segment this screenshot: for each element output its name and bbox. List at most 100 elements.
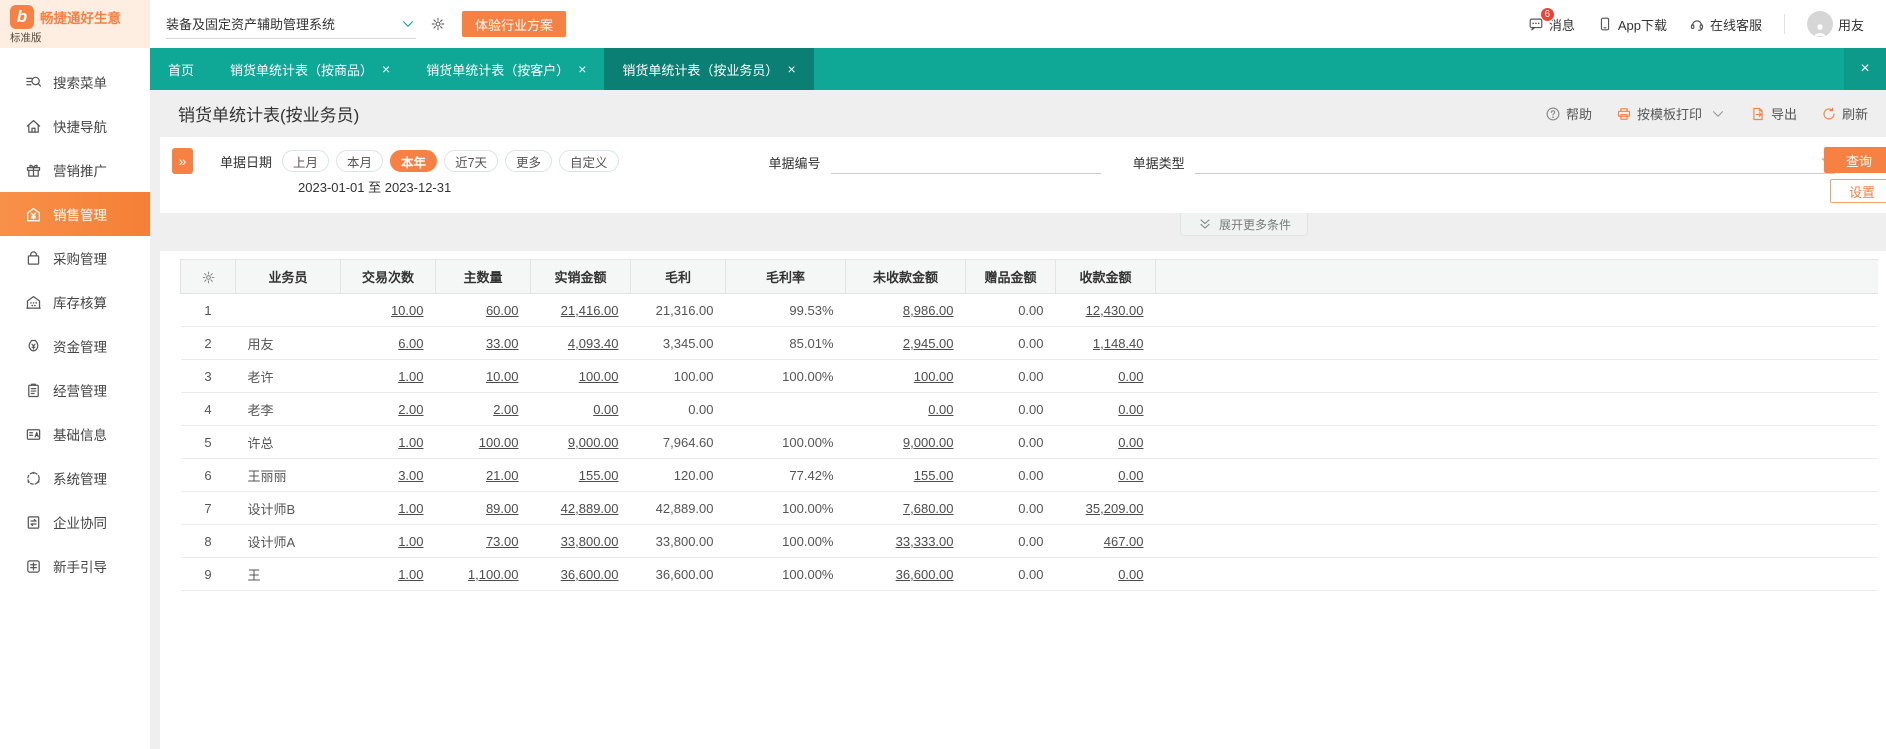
drill-down-link[interactable]: 10.00: [486, 369, 519, 384]
online-service-button[interactable]: 在线客服: [1689, 15, 1762, 34]
drill-down-link[interactable]: 0.00: [1118, 468, 1143, 483]
drill-down-link[interactable]: 89.00: [486, 501, 519, 516]
drill-down-link[interactable]: 7,680.00: [903, 501, 954, 516]
cell-未收款金额: 36,600.00: [845, 557, 966, 591]
drill-down-link[interactable]: 33,800.00: [561, 534, 619, 549]
doc-no-input[interactable]: [830, 150, 1101, 174]
drill-down-link[interactable]: 36,600.00: [561, 567, 619, 582]
doc-type-select[interactable]: [1194, 150, 1835, 174]
date-pill-更多[interactable]: 更多: [505, 150, 553, 172]
tab-report-1[interactable]: 销货单统计表（按商品） ×: [212, 48, 408, 90]
chevron-down-icon[interactable]: [1710, 106, 1726, 122]
drill-down-link[interactable]: 73.00: [486, 534, 519, 549]
drill-down-link[interactable]: 2.00: [398, 402, 423, 417]
date-pill-自定义[interactable]: 自定义: [559, 150, 619, 172]
drill-down-link[interactable]: 0.00: [1118, 369, 1143, 384]
query-button[interactable]: 查询: [1824, 147, 1886, 173]
date-range-value[interactable]: 2023-01-01 至 2023-12-31: [298, 177, 451, 196]
drill-down-link[interactable]: 36,600.00: [896, 567, 954, 582]
try-industry-plan-button[interactable]: 体验行业方案: [462, 11, 567, 37]
drill-down-link[interactable]: 12,430.00: [1086, 303, 1144, 318]
tab-report-2[interactable]: 销货单统计表（按客户） ×: [408, 48, 604, 90]
drill-down-link[interactable]: 100.00: [914, 369, 954, 384]
close-all-tabs-button[interactable]: ×: [1844, 48, 1886, 90]
sidebar-item-经营管理[interactable]: 经营管理: [0, 368, 150, 412]
collapse-filters-button[interactable]: »: [172, 148, 193, 174]
drill-down-link[interactable]: 42,889.00: [561, 501, 619, 516]
tab-report-3[interactable]: 销货单统计表（按业务员） ×: [604, 48, 814, 90]
drill-down-link[interactable]: 0.00: [1118, 435, 1143, 450]
messages-button[interactable]: 消息 6: [1528, 6, 1575, 34]
sidebar-item-库存核算[interactable]: 库存核算: [0, 280, 150, 324]
tab-close-icon[interactable]: ×: [578, 62, 586, 76]
sidebar-item-快捷导航[interactable]: 快捷导航: [0, 104, 150, 148]
drill-down-link[interactable]: 1,100.00: [468, 567, 519, 582]
sidebar-item-资金管理[interactable]: 资金管理: [0, 324, 150, 368]
drill-down-link[interactable]: 4,093.40: [568, 336, 619, 351]
sidebar-item-搜索菜单[interactable]: 搜索菜单: [0, 60, 150, 104]
tab-home[interactable]: 首页: [150, 48, 212, 90]
drill-down-link[interactable]: 10.00: [391, 303, 424, 318]
table-row: 7 设计师B 1.00 89.00 42,889.00 42,889.00 100.00% 7…: [180, 491, 1878, 525]
date-pill-本月[interactable]: 本月: [336, 150, 384, 172]
sidebar-item-新手引导[interactable]: 新手引导: [0, 544, 150, 588]
drill-down-link[interactable]: 0.00: [1118, 567, 1143, 582]
drill-down-link[interactable]: 21,416.00: [561, 303, 619, 318]
sidebar-item-基础信息[interactable]: 基础信息: [0, 412, 150, 456]
tab-close-icon[interactable]: ×: [382, 62, 390, 76]
user-menu[interactable]: 用友: [1806, 11, 1864, 37]
drill-down-link[interactable]: 467.00: [1104, 534, 1144, 549]
cell-实销金额: 0.00: [530, 392, 631, 426]
drill-down-link[interactable]: 33,333.00: [896, 534, 954, 549]
drill-down-link[interactable]: 155.00: [579, 468, 619, 483]
phone-icon: [1597, 16, 1613, 32]
export-button[interactable]: 导出: [1750, 104, 1797, 123]
drill-down-link[interactable]: 100.00: [479, 435, 519, 450]
drill-down-link[interactable]: 1.00: [398, 567, 423, 582]
drill-down-link[interactable]: 155.00: [914, 468, 954, 483]
drill-down-link[interactable]: 6.00: [398, 336, 423, 351]
drill-down-link[interactable]: 9,000.00: [903, 435, 954, 450]
filter-settings-button[interactable]: 设置: [1830, 179, 1886, 203]
drill-down-link[interactable]: 9,000.00: [568, 435, 619, 450]
system-gear-icon[interactable]: [430, 16, 446, 32]
help-button[interactable]: 帮助: [1545, 104, 1592, 123]
drill-down-link[interactable]: 3.00: [398, 468, 423, 483]
drill-down-link[interactable]: 2,945.00: [903, 336, 954, 351]
drill-down-link[interactable]: 100.00: [579, 369, 619, 384]
drill-down-link[interactable]: 60.00: [486, 303, 519, 318]
drill-down-link[interactable]: 35,209.00: [1086, 501, 1144, 516]
date-pill-上月[interactable]: 上月: [282, 150, 330, 172]
cell-交易次数: 1.00: [340, 425, 436, 459]
app-download-button[interactable]: App下载: [1597, 15, 1667, 34]
drill-down-link[interactable]: 1.00: [398, 435, 423, 450]
system-select[interactable]: 装备及固定资产辅助管理系统: [166, 9, 416, 39]
sidebar-item-采购管理[interactable]: 采购管理: [0, 236, 150, 280]
date-pill-本年[interactable]: 本年: [390, 150, 438, 172]
date-pill-近7天[interactable]: 近7天: [444, 150, 499, 172]
column-header-赠品金额: 赠品金额: [965, 259, 1056, 294]
drill-down-link[interactable]: 33.00: [486, 336, 519, 351]
cell-主数量: 21.00: [435, 458, 531, 492]
drill-down-link[interactable]: 0.00: [928, 402, 953, 417]
sidebar-item-系统管理[interactable]: 系统管理: [0, 456, 150, 500]
expand-more-conditions-button[interactable]: 展开更多条件: [1180, 213, 1309, 236]
drill-down-link[interactable]: 1.00: [398, 501, 423, 516]
refresh-button[interactable]: 刷新: [1821, 104, 1868, 123]
drill-down-link[interactable]: 0.00: [1118, 402, 1143, 417]
cell-赠品金额: 0.00: [965, 458, 1056, 492]
drill-down-link[interactable]: 21.00: [486, 468, 519, 483]
column-settings-gear-icon[interactable]: [180, 259, 236, 294]
sidebar-item-企业协同[interactable]: 企业协同: [0, 500, 150, 544]
drill-down-link[interactable]: 8,986.00: [903, 303, 954, 318]
sidebar-item-销售管理[interactable]: 销售管理: [0, 192, 150, 236]
drill-down-link[interactable]: 1,148.40: [1093, 336, 1144, 351]
sidebar-item-营销推广[interactable]: 营销推广: [0, 148, 150, 192]
print-by-template-button[interactable]: 按模板打印: [1616, 104, 1726, 123]
drill-down-link[interactable]: 2.00: [493, 402, 518, 417]
tab-close-icon[interactable]: ×: [787, 62, 795, 76]
cell-salesperson: 老李: [235, 392, 341, 426]
drill-down-link[interactable]: 1.00: [398, 534, 423, 549]
drill-down-link[interactable]: 1.00: [398, 369, 423, 384]
drill-down-link[interactable]: 0.00: [593, 402, 618, 417]
